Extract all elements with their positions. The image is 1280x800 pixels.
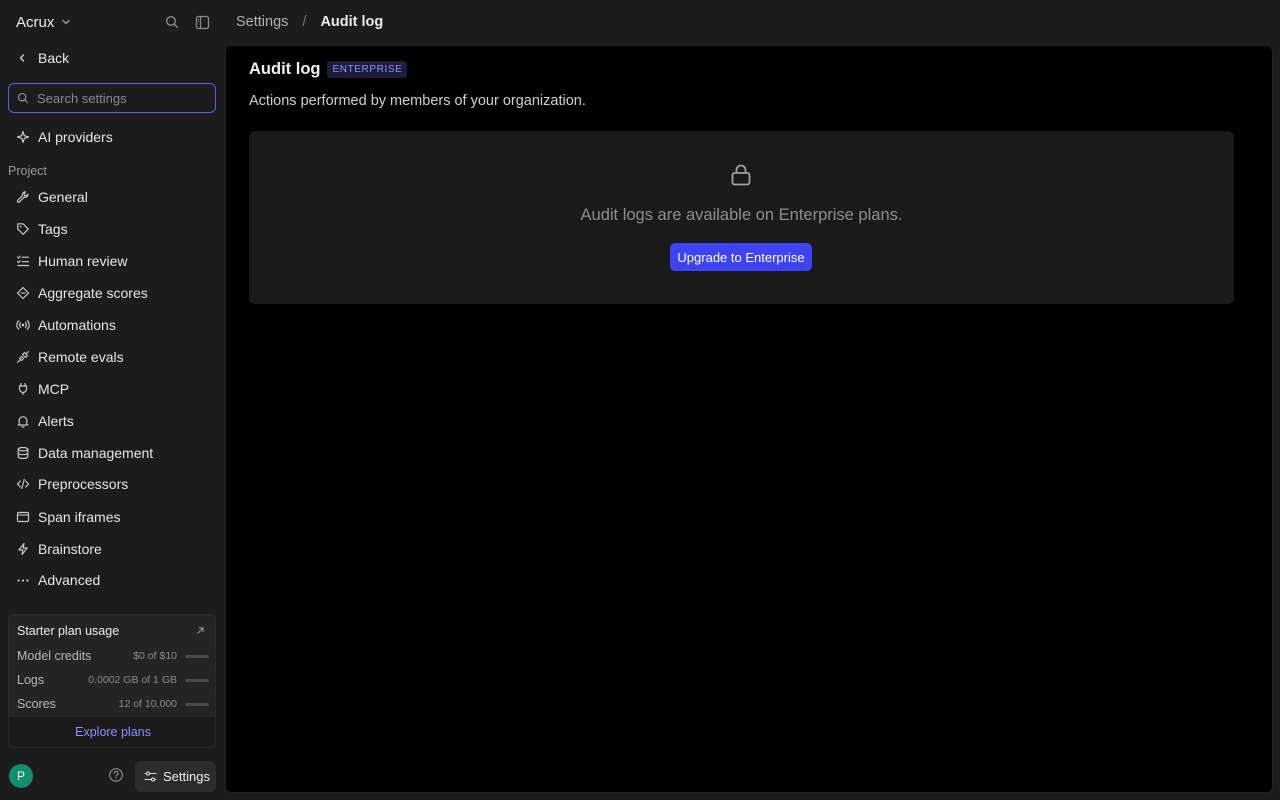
search-icon[interactable] <box>162 12 182 32</box>
chevron-left-icon <box>16 52 28 64</box>
main-panel: Audit log ENTERPRISE Actions performed b… <box>225 45 1273 793</box>
usage-progress-bar <box>185 654 209 658</box>
lock-icon <box>729 163 753 187</box>
usage-row-logs: Logs 0.0002 GB of 1 GB <box>17 672 209 688</box>
avatar[interactable]: P <box>9 764 33 788</box>
sidebar-item-data-management[interactable]: Data management <box>8 439 216 467</box>
plug-icon <box>16 382 30 396</box>
broadcast-icon <box>16 318 30 332</box>
usage-value: 0.0002 GB of 1 GB <box>88 674 177 686</box>
org-name: Acrux <box>16 13 55 31</box>
section-label-project: Project <box>8 164 47 178</box>
settings-button[interactable]: Settings <box>135 761 216 792</box>
settings-search <box>8 83 216 113</box>
sidebar-item-label: AI providers <box>38 129 113 145</box>
org-switcher[interactable]: Acrux <box>8 10 80 34</box>
back-label: Back <box>38 50 70 66</box>
sidebar-header: Acrux <box>0 0 224 44</box>
plan-usage-card: Starter plan usage Model credits $0 of $… <box>8 614 216 748</box>
page-title-row: Audit log ENTERPRISE <box>249 60 408 79</box>
sidebar-item-label: Aggregate scores <box>38 285 148 301</box>
locked-message: Audit logs are available on Enterprise p… <box>580 206 903 224</box>
usage-label: Scores <box>17 697 56 711</box>
usage-footer: Explore plans <box>9 717 215 747</box>
breadcrumb-separator: / <box>302 14 307 30</box>
upgrade-to-enterprise-button[interactable]: Upgrade to Enterprise <box>670 243 812 271</box>
arrow-up-right-icon[interactable] <box>196 626 205 635</box>
sidebar-item-label: Advanced <box>38 572 101 588</box>
sidebar-item-human-review[interactable]: Human review <box>8 247 216 275</box>
sidebar-item-label: Automations <box>38 317 116 333</box>
diamond-icon <box>16 286 30 300</box>
plan-usage-title: Starter plan usage <box>17 624 120 638</box>
sidebar-item-advanced[interactable]: Advanced <box>8 566 216 594</box>
usage-progress-bar <box>185 702 209 706</box>
sidebar-item-remote-evals[interactable]: Remote evals <box>8 343 216 371</box>
usage-label: Model credits <box>17 649 92 663</box>
code-icon <box>16 477 30 491</box>
sidebar-item-general[interactable]: General <box>8 183 216 211</box>
search-icon <box>17 92 29 104</box>
sidebar-item-label: MCP <box>38 381 70 397</box>
sidebar: Acrux Back AI providers Project <box>0 0 224 800</box>
usage-row-model-credits: Model credits $0 of $10 <box>17 648 209 664</box>
page-description: Actions performed by members of your org… <box>249 93 586 109</box>
lightning-icon <box>16 542 30 556</box>
breadcrumb: Settings / Audit log <box>236 13 383 31</box>
checklist-icon <box>16 254 30 268</box>
chevron-down-icon <box>60 16 72 28</box>
ellipsis-icon <box>16 573 30 587</box>
page-title: Audit log <box>249 60 321 78</box>
sidebar-item-label: Alerts <box>38 413 74 429</box>
sidebar-item-tags[interactable]: Tags <box>8 215 216 243</box>
sidebar-item-span-iframes[interactable]: Span iframes <box>8 503 216 531</box>
usage-value: 12 of 10,000 <box>118 698 177 710</box>
sparkle-icon <box>16 130 30 144</box>
sidebar-toggle-icon[interactable] <box>192 12 212 32</box>
search-input[interactable] <box>37 90 207 106</box>
sidebar-item-label: Brainstore <box>38 541 102 557</box>
window-icon <box>16 510 30 524</box>
breadcrumb-current: Audit log <box>320 14 384 30</box>
usage-progress-bar <box>185 678 209 682</box>
explore-plans-link[interactable]: Explore plans <box>75 725 151 739</box>
usage-row-scores: Scores 12 of 10,000 <box>17 696 209 712</box>
sidebar-item-preprocessors[interactable]: Preprocessors <box>8 470 216 498</box>
database-icon <box>16 446 30 460</box>
sliders-icon <box>144 770 157 783</box>
sidebar-item-automations[interactable]: Automations <box>8 311 216 339</box>
sidebar-item-aggregate-scores[interactable]: Aggregate scores <box>8 279 216 307</box>
tag-icon <box>16 222 30 236</box>
breadcrumb-settings[interactable]: Settings <box>236 14 288 30</box>
sidebar-item-ai-providers[interactable]: AI providers <box>8 123 216 151</box>
sidebar-item-alerts[interactable]: Alerts <box>8 407 216 435</box>
settings-button-label: Settings <box>163 769 210 784</box>
enterprise-badge: ENTERPRISE <box>327 61 408 78</box>
sidebar-item-label: Tags <box>38 221 68 237</box>
sidebar-item-brainstore[interactable]: Brainstore <box>8 535 216 563</box>
plug-connection-icon <box>16 350 30 364</box>
upgrade-notice-card: Audit logs are available on Enterprise p… <box>249 131 1234 304</box>
sidebar-item-mcp[interactable]: MCP <box>8 375 216 403</box>
back-button[interactable]: Back <box>8 45 216 71</box>
usage-value: $0 of $10 <box>133 650 177 662</box>
help-icon[interactable] <box>108 767 126 785</box>
wrench-icon <box>16 190 30 204</box>
sidebar-item-label: Remote evals <box>38 349 124 365</box>
usage-label: Logs <box>17 673 45 687</box>
sidebar-item-label: Preprocessors <box>38 476 129 492</box>
sidebar-item-label: Data management <box>38 445 154 461</box>
bell-icon <box>16 414 30 428</box>
sidebar-item-label: Human review <box>38 253 128 269</box>
sidebar-item-label: Span iframes <box>38 509 121 525</box>
sidebar-item-label: General <box>38 189 88 205</box>
